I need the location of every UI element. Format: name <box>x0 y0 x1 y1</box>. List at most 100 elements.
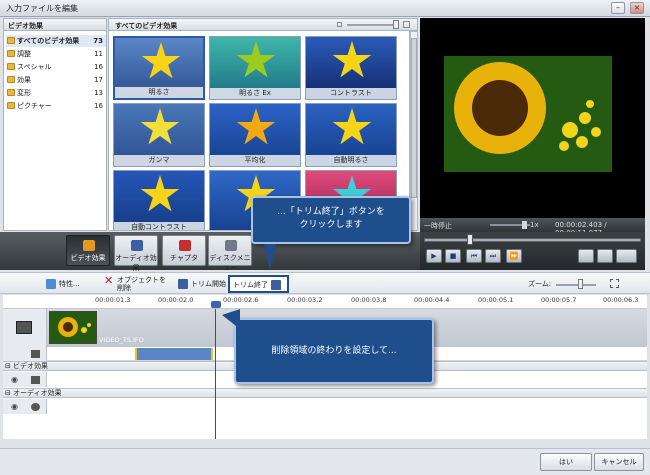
properties-button[interactable]: 特性... <box>46 276 80 292</box>
folder-icon <box>7 37 15 44</box>
thumbnail-size-slider[interactable] <box>347 24 395 26</box>
video-track-icon <box>16 321 32 334</box>
scroll-thumb[interactable] <box>411 38 417 198</box>
ruler-tick: 00:00:06.3 <box>603 296 639 304</box>
chapters-icon <box>179 240 191 251</box>
disc-menu-icon <box>225 240 237 251</box>
grid-scrollbar[interactable] <box>410 31 418 231</box>
ruler-tick: 00:00:02.0 <box>158 296 194 304</box>
collapse-icon[interactable]: ⊟ <box>5 389 11 398</box>
effect-tile-brightness-ex[interactable]: 明るさ Ex <box>209 36 301 100</box>
tab-chapters[interactable]: チャプタ <box>162 235 206 266</box>
star-icon <box>236 41 276 78</box>
video-track-header <box>3 309 47 347</box>
folder-icon <box>7 89 15 96</box>
effects-grid-header: すべてのビデオ効果 <box>108 18 418 31</box>
audio-icon <box>31 403 40 411</box>
ruler-tick: 00:00:05.7 <box>541 296 577 304</box>
tab-video-effects[interactable]: ビデオ効果 <box>66 235 110 266</box>
folder-icon <box>7 50 15 57</box>
position-slider-thumb[interactable] <box>467 234 473 245</box>
player-controls: ▶ ■ ⏮ ⏭ ⏩ <box>420 232 645 270</box>
star-icon <box>332 41 372 78</box>
category-transform[interactable]: 変形 13 <box>6 87 106 99</box>
playhead-marker[interactable] <box>211 301 221 308</box>
category-picture[interactable]: ピクチャー 16 <box>6 100 106 112</box>
trim-start-icon <box>178 279 188 289</box>
zoom-slider[interactable] <box>556 284 596 286</box>
position-slider[interactable] <box>424 238 641 242</box>
dialog-footer: はい キャンセル <box>0 448 650 475</box>
ruler-tick: 00:00:03.2 <box>287 296 323 304</box>
previous-frame-button[interactable]: ⏮ <box>466 249 482 263</box>
star-icon <box>141 42 181 79</box>
delete-object-button[interactable]: ✕ オブジェクトを削除 <box>104 274 170 292</box>
zoom-slider-thumb[interactable] <box>578 279 583 289</box>
eye-icon[interactable]: ◉ <box>11 402 18 411</box>
minimize-button[interactable]: – <box>611 2 625 14</box>
video-effects-icon <box>83 240 95 251</box>
speed-slider-thumb[interactable] <box>522 221 527 229</box>
folder-icon <box>7 76 15 83</box>
star-icon <box>140 108 180 145</box>
effect-tile-brightness[interactable]: 明るさ <box>113 36 205 100</box>
playback-state: 一時停止 <box>424 222 452 230</box>
next-frame-button[interactable]: ⏭ <box>485 249 501 263</box>
close-button[interactable]: × <box>630 2 644 14</box>
category-all[interactable]: すべてのビデオ効果 73 <box>6 35 106 47</box>
callout-pointer-bottom <box>222 309 240 329</box>
video-effects-track-header: ◉ <box>3 372 47 387</box>
timeline-toolbar: 特性... ✕ オブジェクトを削除 トリム開始 トリム終了 ズーム: <box>0 272 650 294</box>
fast-forward-button[interactable]: ⏩ <box>506 249 522 263</box>
slider-thumb[interactable] <box>393 20 399 29</box>
ok-button[interactable]: はい <box>540 453 592 471</box>
properties-icon <box>46 279 56 289</box>
grid-size-large-icon[interactable] <box>403 21 410 28</box>
trim-start-button[interactable]: トリム開始 <box>178 276 226 292</box>
zoom-label: ズーム: <box>528 280 552 288</box>
zoom-fit-icon[interactable] <box>610 279 619 288</box>
audio-effects-icon <box>131 240 143 251</box>
tab-audio-effects[interactable]: オーディオ効果 <box>114 235 158 272</box>
cancel-button[interactable]: キャンセル <box>594 453 644 471</box>
title-bar: 入力ファイルを編集 – × <box>0 0 650 17</box>
eye-icon[interactable]: ◉ <box>11 375 18 384</box>
category-special[interactable]: スペシャル 16 <box>6 61 106 73</box>
clip-name: VIDEO_TS.IFO <box>99 336 144 344</box>
playhead-line <box>215 309 216 439</box>
effect-tile-gamma[interactable]: ガンマ <box>113 103 205 167</box>
snapshot-icon[interactable] <box>597 249 613 263</box>
tab-disc-menu[interactable]: ディスクメニュー <box>208 235 252 272</box>
video-preview <box>420 18 645 218</box>
callout-pointer-top <box>264 244 276 270</box>
star-icon <box>332 108 372 145</box>
clip-track-header <box>3 347 47 361</box>
folder-icon <box>7 102 15 109</box>
effect-tile-auto-brightness[interactable]: 自動明るさ <box>305 103 397 167</box>
effect-tile-average[interactable]: 平均化 <box>209 103 301 167</box>
instruction-callout-bottom: 削除領域の終わりを設定して... <box>234 318 434 384</box>
trim-end-button[interactable]: トリム終了 <box>228 275 289 293</box>
play-button[interactable]: ▶ <box>426 249 442 263</box>
volume-icon[interactable] <box>616 249 637 263</box>
audio-effects-group-header[interactable]: ⊟ オーディオ効果 <box>3 388 647 398</box>
playback-speed: 1x <box>530 221 539 229</box>
ruler-tick: 00:00:03.8 <box>351 296 387 304</box>
timeline-ruler: 00:00:01.3 00:00:02.0 00:00:02.6 00:00:0… <box>3 295 647 309</box>
collapse-icon[interactable]: ⊟ <box>5 362 11 371</box>
grid-size-small-icon[interactable] <box>337 22 342 27</box>
fullscreen-icon[interactable] <box>578 249 594 263</box>
effect-tile-auto-contrast[interactable]: 自動コントラスト <box>113 170 205 230</box>
stop-button[interactable]: ■ <box>445 249 461 263</box>
folder-icon <box>7 63 15 70</box>
selected-region[interactable] <box>135 348 213 360</box>
category-adjust[interactable]: 調整 11 <box>6 48 106 60</box>
category-effects[interactable]: 効果 17 <box>6 74 106 86</box>
ruler-tick: 00:00:04.4 <box>414 296 450 304</box>
effect-tile-contrast[interactable]: コントラスト <box>305 36 397 100</box>
instruction-callout-top: ...「トリム終了」ボタンを クリックします <box>251 196 411 244</box>
audio-effects-track-header: ◉ <box>3 399 47 414</box>
effects-panel-header: ビデオ効果 <box>3 18 107 31</box>
delete-icon: ✕ <box>104 274 114 287</box>
clip-thumbnail[interactable] <box>49 311 97 344</box>
